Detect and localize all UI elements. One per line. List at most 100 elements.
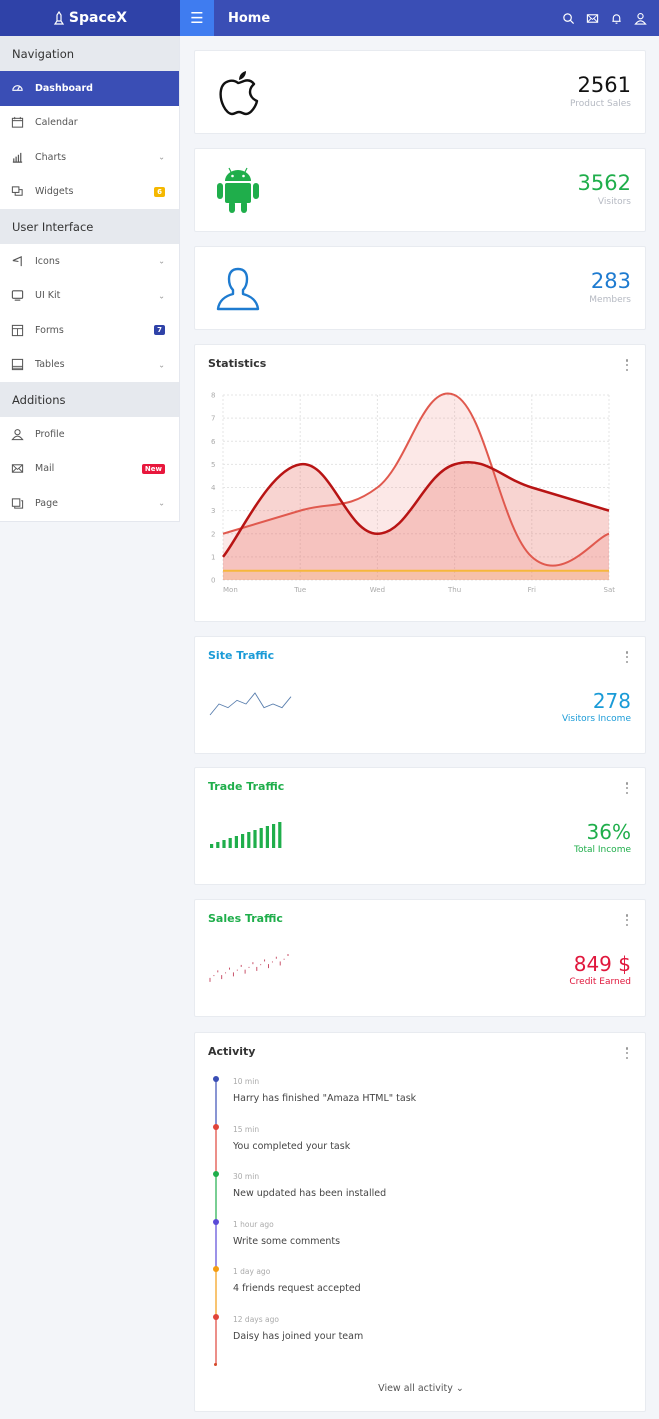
activity-time: 1 hour ago <box>233 1219 274 1229</box>
card-title: Statistics <box>208 357 267 370</box>
more-options-icon[interactable] <box>625 651 629 663</box>
timeline-dot <box>212 1218 219 1225</box>
sidebar-section-header: Navigation <box>0 36 179 71</box>
spark-bar <box>241 834 245 848</box>
stat-value: 283 <box>590 269 631 293</box>
forms-icon <box>9 322 25 338</box>
y-tick-label: 5 <box>211 461 215 469</box>
spark-bar <box>210 844 214 848</box>
sidebar-item-charts[interactable]: Charts ⌄ <box>0 140 179 175</box>
more-options-icon[interactable] <box>625 359 629 371</box>
sidebar-item-forms[interactable]: Forms 7 <box>0 313 179 348</box>
y-tick-label: 1 <box>211 553 215 561</box>
sidebar-item-ui-kit[interactable]: UI Kit ⌄ <box>0 279 179 314</box>
trade-traffic-card: Trade Traffic 36% Total Income <box>194 767 646 885</box>
sidebar-item-mail[interactable]: Mail New <box>0 452 179 487</box>
y-tick-label: 7 <box>211 415 215 423</box>
activity-time: 15 min <box>233 1124 260 1134</box>
stat-card-members: 283 Members <box>194 246 646 330</box>
chevron-down-icon: ⌄ <box>158 256 165 266</box>
sidebar-badge: New <box>141 463 165 474</box>
more-options-icon[interactable] <box>625 1047 629 1059</box>
timeline-dot <box>212 1076 219 1082</box>
x-tick-label: Fri <box>528 586 536 594</box>
menu-toggle-button[interactable]: ☰ <box>180 0 214 36</box>
chevron-down-icon: ⌄ <box>158 152 165 162</box>
widgets-icon <box>9 184 25 200</box>
sidebar-item-tables[interactable]: Tables ⌄ <box>0 348 179 383</box>
bell-icon[interactable] <box>609 11 623 25</box>
more-options-icon[interactable] <box>625 914 629 926</box>
timeline-dot <box>212 1123 219 1130</box>
sidebar-item-dashboard[interactable]: Dashboard <box>0 71 179 106</box>
page-title: Home <box>228 10 271 26</box>
activity-card: Activity 10 min Harry has finished "Amaza… <box>194 1032 646 1412</box>
stat-label: Visitors <box>597 197 631 207</box>
spark-bar <box>228 838 232 848</box>
profile-icon <box>9 426 25 442</box>
activity-text: You completed your task <box>233 1140 351 1152</box>
x-tick-label: Tue <box>293 586 306 594</box>
activity-text: Harry has finished "Amaza HTML" task <box>233 1093 417 1104</box>
y-tick-label: 0 <box>211 577 215 585</box>
traffic-label: Visitors Income <box>561 714 631 724</box>
activity-time: 1 day ago <box>233 1267 271 1276</box>
y-tick-label: 3 <box>211 507 215 515</box>
site-traffic-card: Site Traffic 278 Visitors Income <box>194 636 646 754</box>
spark-bar <box>278 822 282 848</box>
sidebar-item-icons[interactable]: Icons ⌄ <box>0 244 179 279</box>
view-all-activity-link[interactable]: View all activity ⌄ <box>195 1383 647 1394</box>
y-tick-label: 6 <box>211 438 216 446</box>
sidebar-item-label: Widgets <box>35 186 74 198</box>
card-title: Trade Traffic <box>208 780 285 793</box>
apple-icon <box>219 71 259 116</box>
sidebar-item-label: Page <box>35 497 58 509</box>
activity-text: Daisy has joined your team <box>233 1330 364 1342</box>
bar-chart-icon <box>9 149 25 165</box>
dashboard-icon <box>9 80 25 96</box>
activity-item: 10 min Harry has finished "Amaza HTML" ta… <box>211 1075 631 1127</box>
more-options-icon[interactable] <box>625 782 629 794</box>
activity-item: 30 min New updated has been installed <box>211 1170 631 1222</box>
x-tick-label: Thu <box>447 586 461 594</box>
traffic-value: 849 $ <box>573 952 631 976</box>
sidebar-item-widgets[interactable]: Widgets 6 <box>0 175 179 210</box>
sidebar-section-header: User Interface <box>0 209 179 244</box>
y-tick-label: 8 <box>211 392 215 400</box>
brand-logo[interactable]: SpaceX <box>0 0 180 36</box>
traffic-label: Credit Earned <box>569 977 631 987</box>
calendar-icon <box>9 115 25 131</box>
activity-text: 4 friends request accepted <box>233 1283 361 1294</box>
monitor-icon <box>9 288 25 304</box>
activity-item: 15 min You completed your task <box>211 1123 631 1174</box>
search-icon[interactable] <box>561 11 575 25</box>
timeline-end-dot <box>214 1363 217 1366</box>
activity-time: 10 min <box>233 1077 260 1086</box>
top-bar: SpaceX ☰ Home <box>0 0 659 36</box>
stat-label: Members <box>589 295 631 305</box>
traffic-value: 278 <box>592 689 631 713</box>
sidebar-item-calendar[interactable]: Calendar <box>0 106 179 141</box>
y-tick-label: 4 <box>211 484 216 492</box>
user-icon[interactable] <box>633 11 647 25</box>
stat-card-visitors: 3562 Visitors <box>194 148 646 232</box>
stat-value: 3562 <box>577 171 631 195</box>
activity-time: 30 min <box>233 1172 260 1181</box>
statistics-card: Statistics 0 1 2 3 4 5 6 7 8 Mon Tue Wed Thu Fri Sat <box>194 344 646 622</box>
sidebar-item-label: Profile <box>35 428 65 440</box>
sidebar-item-page[interactable]: Page ⌄ <box>0 486 179 521</box>
brand-name: SpaceX <box>68 10 128 26</box>
card-title: Sales Traffic <box>208 912 283 925</box>
sidebar: Navigation Dashboard Calendar Charts ⌄ Widget… <box>0 36 180 522</box>
card-title: Activity <box>208 1045 256 1058</box>
mail-icon[interactable] <box>585 11 599 25</box>
spark-bar <box>247 832 251 848</box>
user-outline-icon <box>216 267 260 311</box>
sidebar-item-profile[interactable]: Profile <box>0 417 179 452</box>
traffic-label: Total Income <box>574 845 631 855</box>
trade-traffic-bars <box>210 822 282 848</box>
sales-traffic-chart <box>209 954 289 982</box>
sales-traffic-card: Sales Traffic 849 $ Credit Earned <box>194 899 646 1017</box>
spark-bar <box>272 824 276 848</box>
timeline-line <box>215 1316 217 1364</box>
